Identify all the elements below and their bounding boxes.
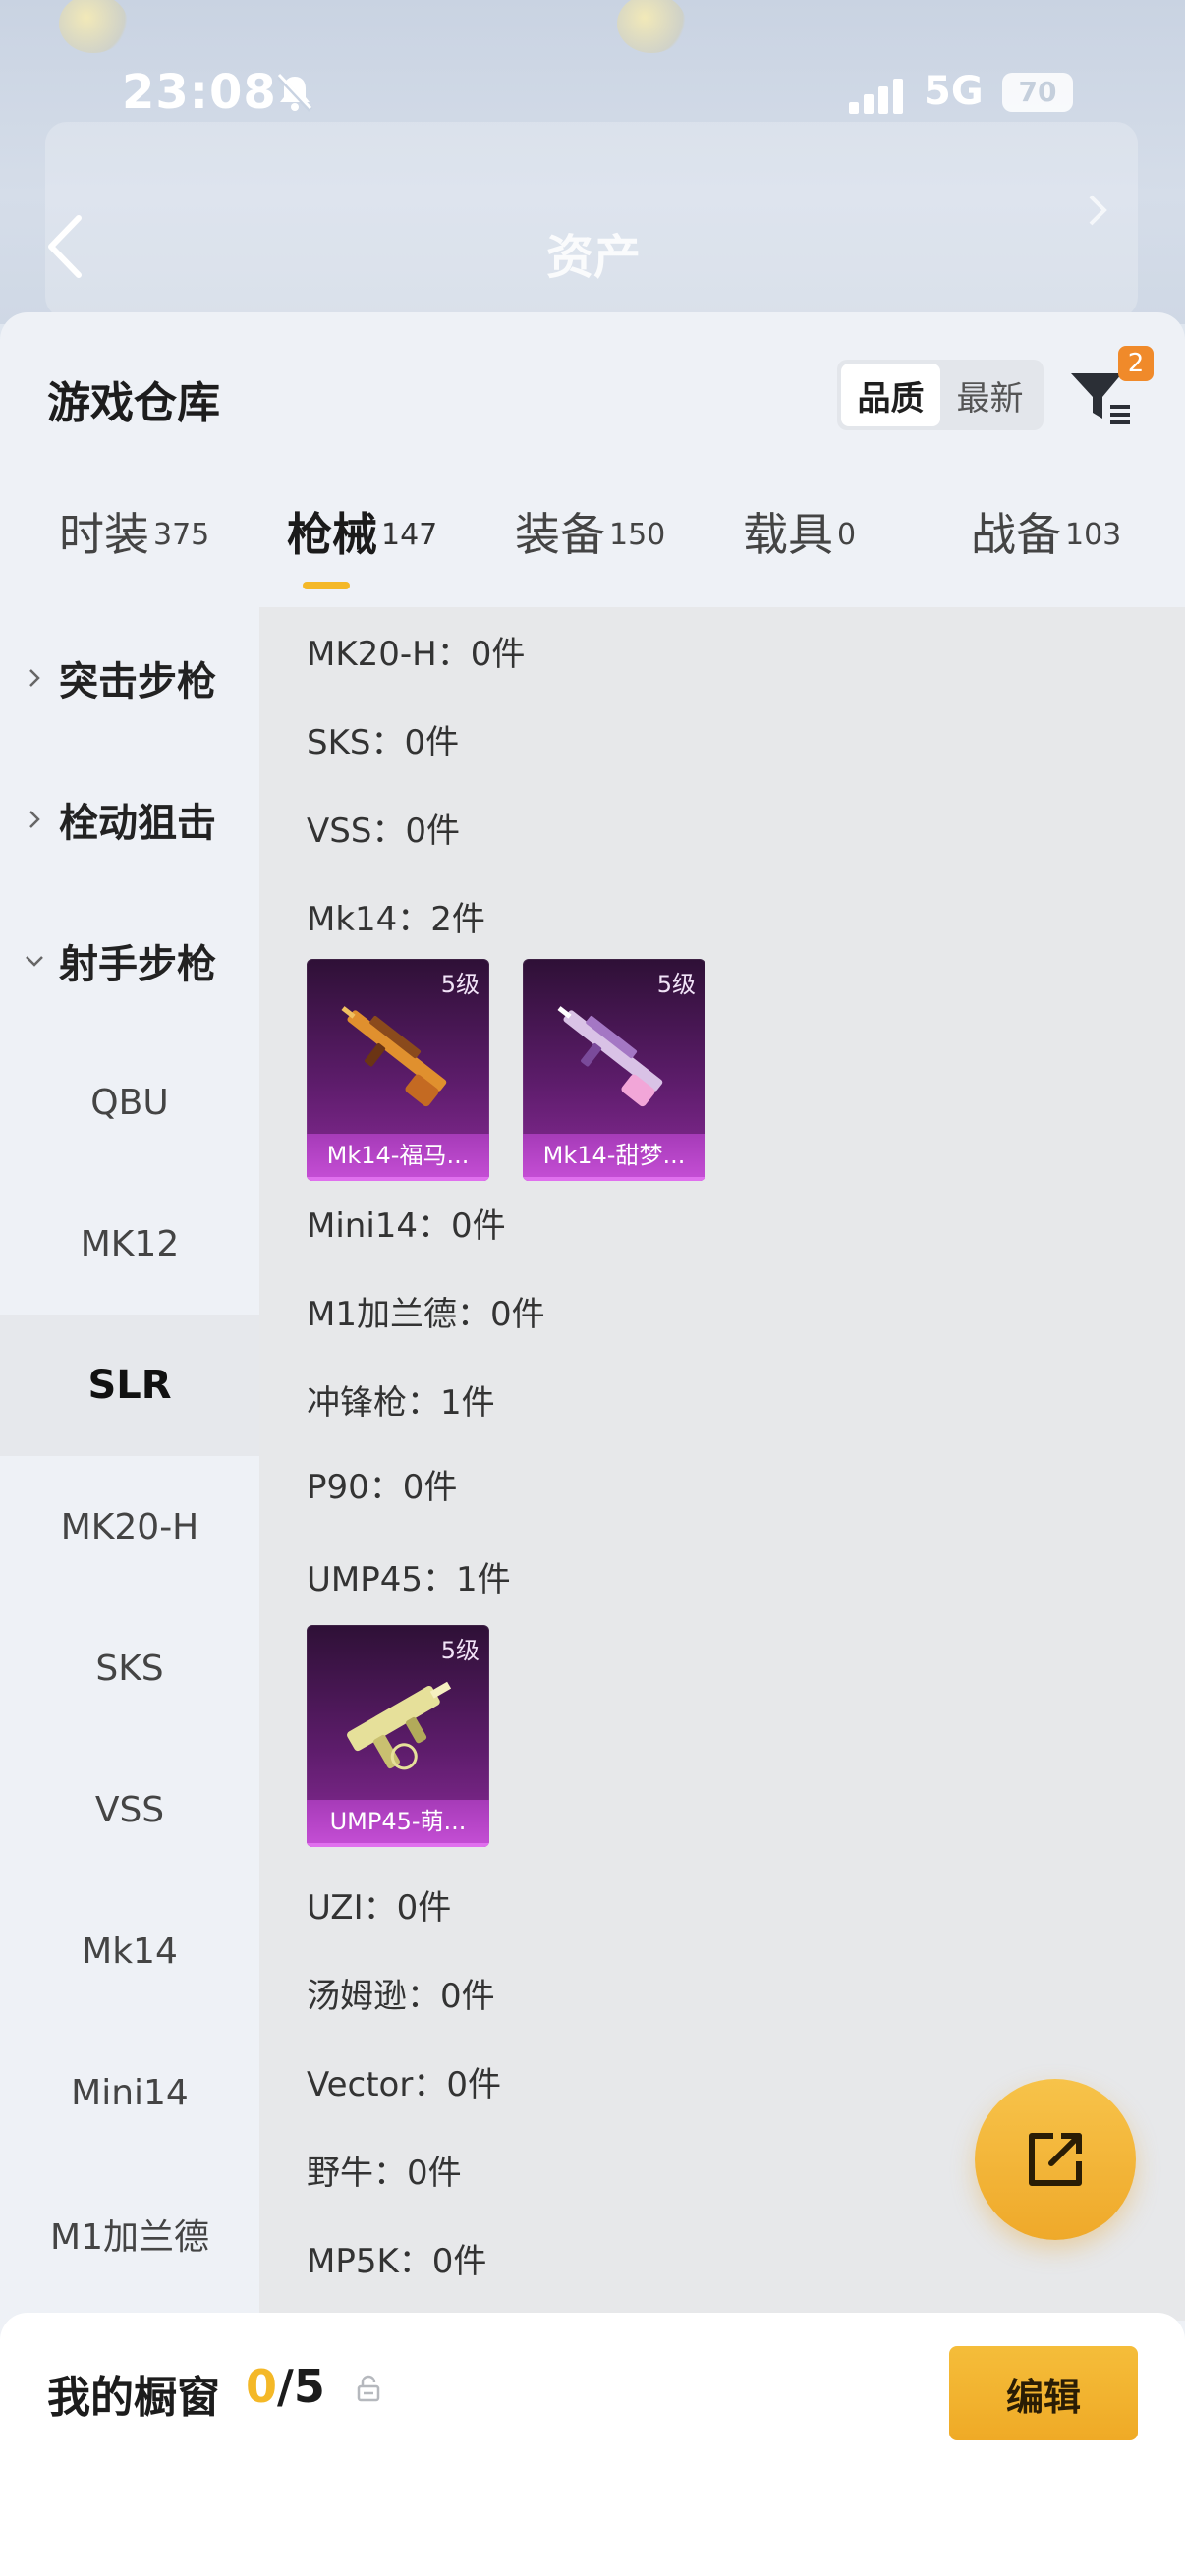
share-icon — [1029, 2133, 1082, 2186]
weapon-row-label: SKS：0件 — [307, 723, 460, 762]
weapon-row-label: 冲锋枪：1件 — [307, 1383, 495, 1423]
item-card[interactable]: 5级 Mk14-甜梦... — [523, 959, 705, 1181]
share-button[interactable] — [975, 2079, 1136, 2240]
tab-count: 103 — [1065, 517, 1122, 552]
weapon-row-label: UZI：0件 — [307, 1888, 452, 1928]
subnav-item-sks[interactable]: SKS — [0, 1597, 259, 1739]
tab-fashion[interactable]: 时装 375 — [59, 499, 209, 607]
weapon-list: MK20-H：0件 SKS：0件 VSS：0件 Mk14：2件 5级 Mk14-… — [259, 607, 1185, 2321]
bell-off-icon — [277, 73, 312, 112]
coin-decoration — [59, 0, 128, 53]
item-name: Mk14-甜梦... — [523, 1134, 705, 1181]
tab-label: 载具 — [743, 508, 833, 561]
sheet-title: 游戏仓库 — [47, 378, 220, 428]
subnav-group-label: 突击步枪 — [59, 659, 216, 704]
chevron-right-icon — [1089, 195, 1107, 226]
status-time: 23:08 — [122, 65, 277, 120]
weapon-subnav: 突击步枪 栓动狙击 射手步枪 QBU MK12 SLR MK20-H SKS V… — [0, 607, 259, 2321]
tab-label: 枪械 — [287, 508, 377, 561]
subnav-group-label: 射手步枪 — [59, 942, 216, 987]
coin-decoration — [617, 0, 686, 53]
sort-newest-button[interactable]: 最新 — [940, 364, 1040, 426]
network-type: 5G — [924, 69, 984, 114]
tab-count: 0 — [837, 517, 857, 552]
signal-icon — [849, 79, 903, 114]
tab-vehicles[interactable]: 载具 0 — [743, 499, 856, 607]
subnav-item-vss[interactable]: VSS — [0, 1739, 259, 1880]
subnav-group-assault-rifles[interactable]: 突击步枪 — [0, 607, 259, 749]
chevron-right-icon — [29, 669, 40, 687]
edit-button[interactable]: 编辑 — [949, 2346, 1138, 2440]
showcase-total: 5 — [293, 2360, 325, 2413]
background-page-title: 资产 — [546, 230, 642, 285]
category-tabs: 时装 375 枪械 147 装备 150 载具 0 战备 103 — [0, 499, 1185, 607]
weapon-row-label: Vector：0件 — [307, 2065, 501, 2104]
rifle-icon — [341, 1006, 447, 1107]
weapon-row-label: Mk14：2件 — [307, 900, 485, 939]
tab-count: 147 — [381, 517, 438, 552]
weapon-row-label: 野牛：0件 — [307, 2154, 462, 2193]
background-header: 23:08 5G 70 资产 — [0, 0, 1185, 324]
tab-count: 150 — [609, 517, 666, 552]
subnav-group-label: 栓动狙击 — [59, 801, 216, 846]
showcase-bar: 我的橱窗 0/5 编辑 — [0, 2313, 1185, 2576]
item-card[interactable]: 5级 UMP45-萌... — [307, 1625, 489, 1847]
sort-quality-button[interactable]: 品质 — [841, 364, 940, 426]
chevron-down-icon — [26, 956, 43, 967]
filter-count-badge: 2 — [1118, 346, 1154, 381]
subnav-group-bolt-snipers[interactable]: 栓动狙击 — [0, 749, 259, 890]
sort-toggle: 品质 最新 — [837, 360, 1044, 430]
weapon-row-label: 汤姆逊：0件 — [307, 1977, 495, 2016]
warehouse-sheet: 游戏仓库 品质 最新 2 时装 375 枪械 147 装备 150 载具 0 战备 103 — [0, 312, 1185, 2576]
item-name: UMP45-萌... — [307, 1800, 489, 1847]
subnav-item-mk12[interactable]: MK12 — [0, 1173, 259, 1315]
subnav-item-mini14[interactable]: Mini14 — [0, 2022, 259, 2163]
tab-combat-gear[interactable]: 战备 103 — [971, 499, 1121, 607]
tab-label: 战备 — [971, 508, 1061, 561]
showcase-used: 0 — [246, 2360, 278, 2413]
active-tab-indicator — [303, 582, 350, 589]
item-name: Mk14-福马... — [307, 1134, 489, 1181]
item-card[interactable]: 5级 Mk14-福马... — [307, 959, 489, 1181]
tab-equipment[interactable]: 装备 150 — [515, 499, 665, 607]
chevron-right-icon — [29, 811, 40, 828]
battery-level: 70 — [1002, 73, 1073, 112]
showcase-count: 0/5 — [246, 2360, 325, 2413]
showcase-separator: / — [277, 2360, 294, 2413]
tab-label: 时装 — [59, 508, 149, 561]
weapon-row-label: MK20-H：0件 — [307, 635, 526, 674]
weapon-row-label: MP5K：0件 — [307, 2242, 487, 2281]
subnav-item-mk14[interactable]: Mk14 — [0, 1880, 259, 2022]
showcase-title: 我的橱窗 — [47, 2373, 220, 2423]
weapon-row-label: VSS：0件 — [307, 812, 461, 851]
weapon-row-label: UMP45：1件 — [307, 1560, 511, 1599]
subnav-item-qbu[interactable]: QBU — [0, 1032, 259, 1173]
weapon-row-label: P90：0件 — [307, 1468, 458, 1507]
tab-firearms[interactable]: 枪械 147 — [287, 499, 437, 607]
weapon-row-label: Mini14：0件 — [307, 1206, 506, 1246]
rifle-icon — [557, 1006, 663, 1107]
subnav-group-marksman-rifles[interactable]: 射手步枪 — [0, 890, 259, 1032]
back-arrow-icon[interactable] — [43, 212, 86, 281]
subnav-item-mk20h[interactable]: MK20-H — [0, 1456, 259, 1597]
tab-count: 375 — [153, 517, 210, 552]
weapon-row-label: M1加兰德：0件 — [307, 1295, 545, 1334]
subnav-item-slr[interactable]: SLR — [0, 1315, 259, 1456]
subnav-item-m1-garand[interactable]: M1加兰德 — [0, 2163, 259, 2305]
tab-label: 装备 — [515, 508, 605, 561]
smg-icon — [347, 1681, 452, 1770]
lock-icon — [357, 2375, 380, 2402]
